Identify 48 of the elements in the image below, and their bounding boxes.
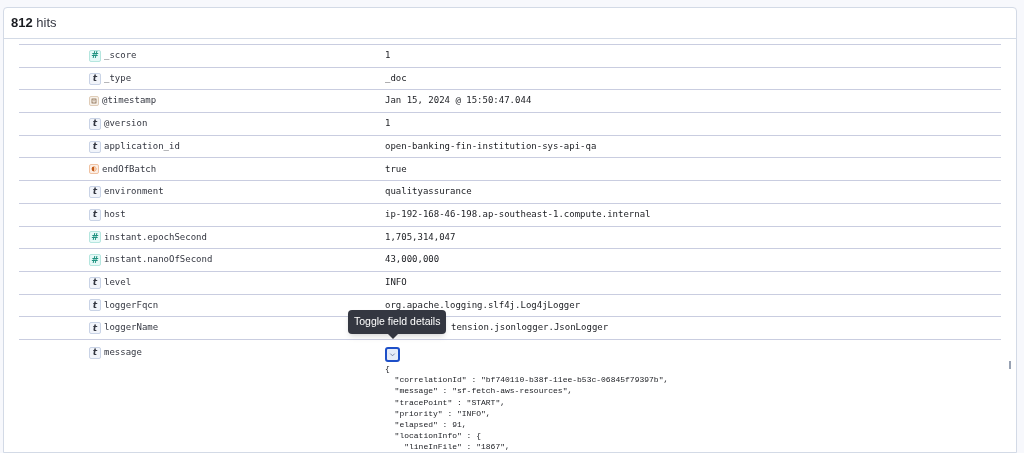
field-value: org.apache.logging.slf4j.Log4jLogger [385, 298, 581, 312]
field-value: INFO [385, 275, 407, 289]
text-type-icon: t [89, 117, 101, 130]
field-value: open-banking-fin-institution-sys-api-qa [385, 139, 597, 153]
text-type-icon: t [89, 299, 101, 312]
field-value: Jan 15, 2024 @ 15:50:47.044 [385, 94, 532, 108]
field-value: tension.jsonlogger.JsonLogger [451, 321, 609, 335]
field-name: level [104, 275, 132, 289]
field-value: 1,705,314,047 [385, 230, 456, 244]
field-value: _doc [385, 71, 407, 85]
field-name: _score [104, 49, 137, 63]
field-name: host [104, 207, 126, 221]
text-type-icon: t [89, 185, 101, 198]
scrollbar-thumb[interactable] [1009, 361, 1011, 369]
field-name: environment [104, 185, 164, 199]
boolean-type-icon [89, 164, 99, 175]
number-type-icon: # [89, 254, 101, 267]
field-name: message [104, 345, 142, 359]
json-message: { "correlationId" : "bf740110-b38f-11ee-b53c-06845f79397b", "message" : "sf-fetch-aws-resources", "tracePoint" : "START", "priority" : "INFO", "elapsed" : 91, "locationInfo" : { "lineInFile" : "1867", [385, 362, 669, 453]
field-name: _type [104, 71, 132, 85]
text-type-icon: t [89, 72, 101, 85]
number-type-icon: # [89, 49, 101, 62]
field-name: @version [104, 117, 148, 131]
field-name: instant.epochSecond [104, 230, 207, 244]
field-name: loggerName [104, 321, 159, 335]
field-value: qualityassurance [385, 185, 472, 199]
field-value: 1 [385, 49, 391, 63]
calendar-icon [89, 96, 99, 107]
text-type-icon: t [89, 140, 101, 153]
field-value: 1 [385, 117, 391, 131]
field-name: endOfBatch [102, 162, 157, 176]
text-type-icon: t [89, 276, 101, 289]
text-type-icon: t [89, 322, 101, 335]
toggle-details-button[interactable] [385, 346, 400, 362]
number-type-icon: # [89, 231, 101, 244]
tooltip: Toggle field details [348, 309, 447, 334]
field-name: instant.nanoOfSecond [104, 253, 213, 267]
field-value: 43,000,000 [385, 253, 440, 267]
field-value: ip-192-168-46-198.ap-southeast-1.compute.internal [385, 207, 651, 221]
field-name: loggerFqcn [104, 298, 159, 312]
hits-count: 812 hits [11, 14, 57, 33]
field-name: @timestamp [102, 94, 157, 108]
chevron-icon [389, 350, 396, 358]
text-type-icon: t [89, 208, 101, 221]
field-name: application_id [104, 139, 180, 153]
field-value: true [385, 162, 407, 176]
text-type-icon: t [89, 346, 101, 359]
tooltip-arrow [388, 333, 398, 339]
